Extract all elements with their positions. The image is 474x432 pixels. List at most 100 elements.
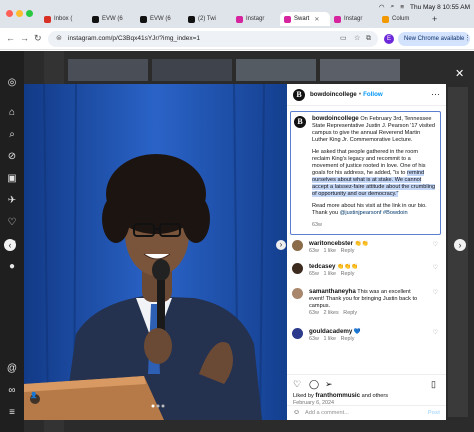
- profile-avatar[interactable]: E: [384, 34, 394, 44]
- tagged-people-icon[interactable]: 👤: [30, 392, 37, 399]
- search-icon[interactable]: ⌕: [6, 129, 18, 141]
- post-comment-button[interactable]: Post: [428, 410, 440, 416]
- close-post-icon[interactable]: ✕: [455, 67, 464, 80]
- search-icon[interactable]: ⌕: [391, 3, 395, 11]
- notifications-heart-icon[interactable]: ♡: [6, 217, 18, 229]
- account-username[interactable]: bowdoincollege: [310, 91, 357, 98]
- x-logo-icon: [188, 15, 195, 23]
- extensions-icon[interactable]: ⧉: [366, 35, 371, 43]
- instagram-logo-icon[interactable]: ◎: [6, 77, 18, 89]
- comment-likes[interactable]: 1 like: [323, 271, 336, 277]
- browser-tab[interactable]: Instagr: [330, 12, 378, 26]
- previous-post-button[interactable]: ‹: [4, 239, 16, 251]
- add-comment-input[interactable]: Add a comment...: [305, 410, 349, 416]
- url-text: instagram.com/p/C3Bqx41sYJr/?img_index=1: [68, 35, 201, 42]
- browser-tab[interactable]: (2) Twi: [184, 12, 232, 26]
- address-bar[interactable]: ⊜ instagram.com/p/C3Bqx41sYJr/?img_index…: [48, 31, 378, 47]
- comment-bubble-icon[interactable]: ◯: [309, 379, 319, 390]
- commenter-avatar[interactable]: [292, 328, 303, 339]
- commenter-avatar[interactable]: [292, 240, 303, 251]
- liked-by-prefix: Liked by: [293, 393, 316, 399]
- save-bookmark-icon[interactable]: ▯: [431, 379, 436, 390]
- caption-avatar[interactable]: B: [294, 116, 306, 128]
- wifi-icon[interactable]: ◠: [379, 3, 385, 11]
- comment-likes[interactable]: 1 like: [323, 248, 336, 254]
- comment-username[interactable]: waritoncebster: [309, 240, 353, 247]
- comment-likes[interactable]: 1 like: [323, 336, 336, 342]
- post-header: B bowdoincollege • Follow ⋯: [287, 84, 446, 106]
- more-options-icon[interactable]: ⋯: [431, 89, 440, 100]
- minimize-window-button[interactable]: [16, 10, 23, 17]
- next-post-button[interactable]: ›: [454, 239, 466, 251]
- tab-label: Instagr: [344, 16, 363, 22]
- like-comment-heart-icon[interactable]: ♡: [433, 330, 438, 337]
- new-tab-button[interactable]: +: [428, 12, 442, 26]
- meta-icon[interactable]: ∞: [6, 385, 18, 397]
- reply-button[interactable]: Reply: [341, 271, 355, 277]
- browser-tab[interactable]: Colum: [378, 12, 426, 26]
- comment-username[interactable]: tedcasey: [309, 263, 336, 270]
- emoji-icon[interactable]: ☺: [293, 409, 300, 416]
- tab-label: Instagr: [246, 16, 265, 22]
- like-comment-heart-icon[interactable]: ♡: [433, 242, 438, 249]
- commenter-avatar[interactable]: [292, 288, 303, 299]
- columbia-icon: [382, 15, 389, 23]
- control-center-icon[interactable]: ≡: [400, 4, 404, 11]
- like-heart-icon[interactable]: ♡: [293, 379, 301, 390]
- bookmark-star-icon[interactable]: ☆: [354, 34, 360, 42]
- threads-icon[interactable]: @: [6, 363, 18, 375]
- liked-by-user[interactable]: franthommusic: [315, 392, 360, 399]
- comment-age: 65w: [309, 271, 319, 277]
- instagram-icon: [284, 15, 291, 23]
- close-tab-icon[interactable]: ✕: [314, 16, 319, 23]
- account-avatar[interactable]: B: [293, 89, 305, 101]
- browser-tab-strip: Inbox ( EVW (6 EVW (6 (2) Twi Instagr Sw…: [0, 0, 474, 28]
- new-chrome-available-button[interactable]: New Chrome available: [398, 32, 471, 46]
- reply-button[interactable]: Reply: [341, 248, 355, 254]
- caption-timestamp: 63w: [312, 222, 322, 228]
- menu-icon[interactable]: ≡: [6, 407, 18, 419]
- site-info-icon[interactable]: ⊜: [56, 34, 62, 42]
- tab-label: EVW (6: [150, 16, 171, 22]
- tab-label: (2) Twi: [198, 16, 216, 22]
- comment-username[interactable]: samanthaneyha: [309, 288, 356, 295]
- profile-icon[interactable]: ●: [6, 261, 18, 273]
- reply-button[interactable]: Reply: [341, 336, 355, 342]
- post-sidebar: B bowdoincollege • Follow ⋯ B bowdoincol…: [287, 84, 446, 420]
- explore-icon[interactable]: ⊘: [6, 151, 18, 163]
- home-icon[interactable]: ⌂: [6, 107, 18, 119]
- back-arrow-icon[interactable]: ←: [6, 33, 15, 43]
- commenter-avatar[interactable]: [292, 263, 303, 274]
- browser-tab-active[interactable]: Swart ✕: [280, 12, 330, 26]
- browser-tab[interactable]: Inbox (: [40, 12, 88, 26]
- share-icon[interactable]: ➢: [325, 379, 333, 390]
- follow-button[interactable]: Follow: [363, 91, 383, 98]
- post-actions: ♡ ◯ ➢ ▯ Liked by franthommusic and other…: [287, 374, 446, 420]
- like-comment-heart-icon[interactable]: ♡: [433, 265, 438, 272]
- maximize-window-button[interactable]: [26, 10, 33, 17]
- like-comment-heart-icon[interactable]: ♡: [433, 290, 438, 297]
- browser-tab[interactable]: EVW (6: [88, 12, 136, 26]
- messages-icon[interactable]: ✈: [6, 195, 18, 207]
- caption-username[interactable]: bowdoincollege: [312, 115, 359, 122]
- next-photo-button[interactable]: ›: [276, 240, 286, 250]
- browser-tab[interactable]: EVW (6: [136, 12, 184, 26]
- close-window-button[interactable]: [6, 10, 13, 17]
- reload-icon[interactable]: ↻: [34, 33, 42, 44]
- x-logo-icon: [140, 15, 147, 23]
- gmail-icon: [44, 15, 51, 23]
- reply-button[interactable]: Reply: [343, 310, 357, 316]
- add-comment-bar: ☺ Add a comment... Post: [287, 405, 446, 420]
- more-vertical-icon[interactable]: ⋮: [464, 34, 471, 42]
- reels-icon[interactable]: ▣: [6, 173, 18, 185]
- instagram-icon: [236, 15, 243, 23]
- clock-text: Thu May 8 10:55 AM: [410, 3, 470, 11]
- caption-mention-link[interactable]: @justinjpearsonf #Bowdoin: [340, 210, 408, 216]
- browser-tab[interactable]: Instagr: [232, 12, 280, 26]
- cast-icon[interactable]: ▭: [340, 34, 347, 42]
- comment-username[interactable]: gouldacademy: [309, 328, 352, 335]
- forward-arrow-icon[interactable]: →: [20, 33, 29, 43]
- liked-by-suffix[interactable]: and others: [360, 393, 388, 399]
- comment-text: 👏👏👏: [337, 264, 358, 270]
- comment-likes[interactable]: 2 likes: [323, 310, 338, 316]
